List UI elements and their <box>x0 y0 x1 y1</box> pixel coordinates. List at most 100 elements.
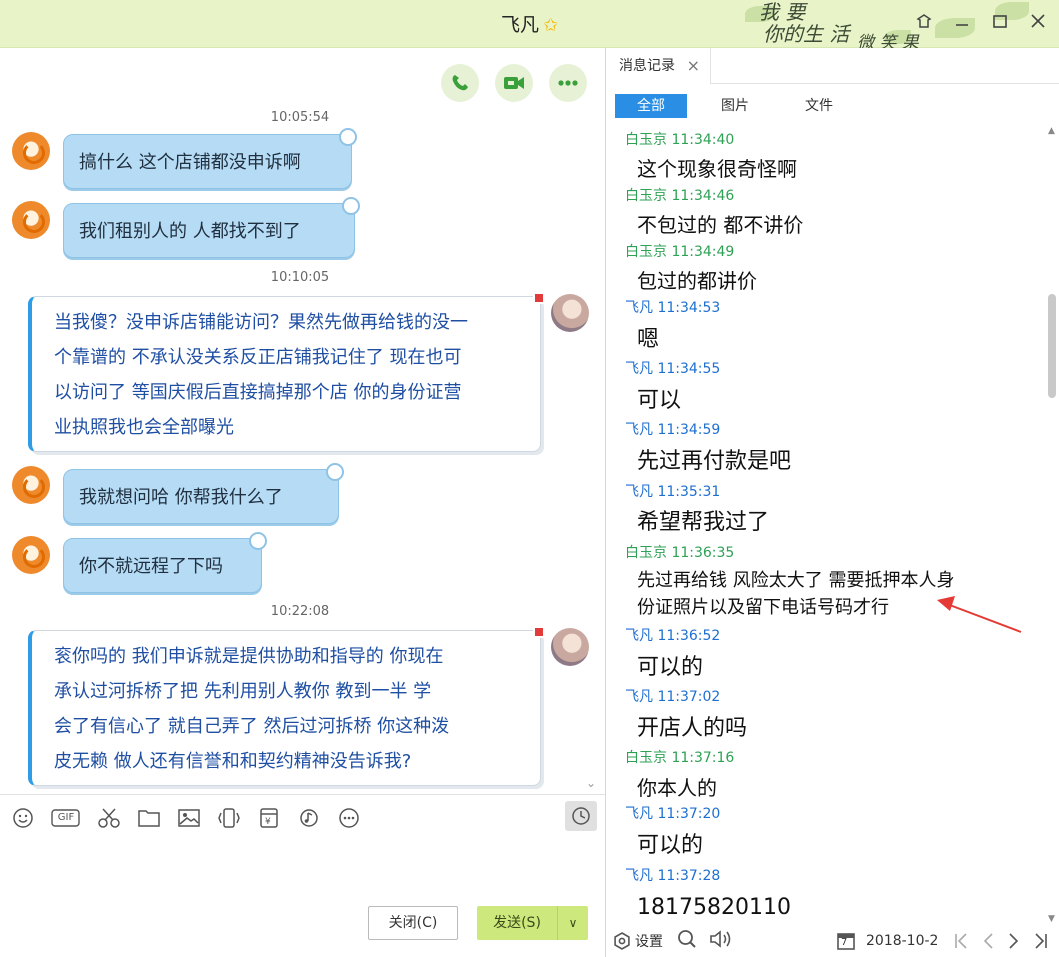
chevron-down-icon[interactable]: ∨ <box>557 906 588 940</box>
speaker-icon[interactable] <box>709 929 735 953</box>
date-text: 2018-10-2 <box>866 932 939 949</box>
svg-text:¥: ¥ <box>265 817 271 827</box>
record-header: 白玉京 11:36:35 <box>625 545 735 561</box>
avatar[interactable] <box>551 628 589 666</box>
record-text: 希望帮我过了 <box>637 510 770 535</box>
scroll-down-arrow-icon[interactable]: ▼ <box>1048 914 1055 924</box>
message-text: 我就想问哈 你帮我什么了 <box>79 487 283 508</box>
screenshot-scissors-icon[interactable] <box>96 805 122 831</box>
prev-page-icon[interactable] <box>981 931 995 951</box>
video-icon <box>504 77 524 89</box>
close-tab-icon[interactable]: × <box>687 48 700 84</box>
first-page-icon[interactable] <box>953 931 969 951</box>
send-label: 发送(S) <box>493 915 541 931</box>
record-header: 飞凡 11:35:31 <box>625 484 721 500</box>
video-call-button[interactable] <box>495 64 533 102</box>
message-line: 会了有信心了 就自己弄了 然后过河拆桥 你这种泼 <box>54 716 450 737</box>
maximize-icon[interactable] <box>991 12 1009 30</box>
input-toolbar: GIF ¥ <box>0 794 605 840</box>
record-header: 飞凡 11:36:52 <box>625 628 721 644</box>
record-text: 可以的 <box>637 655 704 680</box>
call-actions <box>441 64 587 102</box>
message-text: 我们租别人的 人都找不到了 <box>79 221 301 242</box>
history-records: 白玉京 11:34:40 这个现象很奇怪啊 白玉京 11:34:46 不包过的 … <box>607 126 1045 924</box>
message-line: 皮无赖 做人还有信誉和和契约精神没告诉我? <box>54 751 412 772</box>
clock-icon <box>572 807 590 825</box>
filter-files[interactable]: 文件 <box>783 94 855 118</box>
history-filters: 全部 图片 文件 <box>615 94 867 118</box>
record-header: 飞凡 11:34:53 <box>625 300 721 316</box>
record-header: 白玉京 11:37:16 <box>625 750 735 766</box>
outgoing-message: 衮你吗的 我们申诉就是提供协助和指导的 你现在 承认过河拆桥了把 先利用别人教你… <box>28 626 545 786</box>
record-text: 你本人的 <box>637 776 717 800</box>
avatar[interactable] <box>12 132 50 170</box>
red-packet-icon[interactable]: ¥ <box>256 805 282 831</box>
incoming-message: 你不就远程了下吗 <box>63 532 267 593</box>
avatar[interactable] <box>551 294 589 332</box>
record-header: 飞凡 11:37:28 <box>625 868 721 884</box>
voice-call-button[interactable] <box>441 64 479 102</box>
emoji-icon[interactable] <box>10 805 36 831</box>
close-button[interactable]: 关闭(C) <box>368 906 458 940</box>
minimize-icon[interactable] <box>953 12 971 30</box>
filter-all[interactable]: 全部 <box>615 94 687 118</box>
next-page-icon[interactable] <box>1007 931 1021 951</box>
message-line: 以访问了 等国庆假后直接搞掉那个店 你的身份证营 <box>54 382 462 403</box>
settings-button[interactable]: 设置 <box>613 931 663 951</box>
avatar[interactable] <box>12 466 50 504</box>
record-header: 白玉京 11:34:40 <box>625 132 735 148</box>
timestamp: 10:22:08 <box>270 604 330 619</box>
record-text: 可以的 <box>637 833 704 858</box>
history-pane: 消息记录 × 全部 图片 文件 白玉京 11:34:40 这个现象很奇怪啊 白玉… <box>607 48 1059 957</box>
send-button[interactable]: 发送(S) ∨ <box>477 906 588 940</box>
avatar[interactable] <box>12 536 50 574</box>
shake-window-icon[interactable] <box>216 805 242 831</box>
message-line: 承认过河拆桥了把 先利用别人教你 教到一半 学 <box>54 681 432 702</box>
more-button[interactable] <box>549 64 587 102</box>
phone-icon <box>452 75 468 91</box>
flag-icon <box>533 292 545 304</box>
record-header: 飞凡 11:37:02 <box>625 689 721 705</box>
settings-label: 设置 <box>635 933 663 950</box>
scroll-down-icon[interactable]: ⌄ <box>586 776 596 790</box>
history-scrollbar[interactable]: ▲ ▼ <box>1045 126 1059 924</box>
record-text: 包过的都讲价 <box>637 269 757 293</box>
last-page-icon[interactable] <box>1033 931 1049 951</box>
gif-icon[interactable]: GIF <box>50 805 82 831</box>
window-controls <box>915 12 1047 30</box>
record-text: 开店人的吗 <box>637 716 748 741</box>
scroll-up-icon[interactable]: ▲ <box>1048 126 1055 136</box>
more-dots-icon <box>558 80 578 86</box>
message-history-button[interactable] <box>565 801 597 831</box>
favorite-star-icon[interactable]: ✩ <box>543 15 558 36</box>
search-icon[interactable] <box>677 929 697 953</box>
flag-icon <box>533 626 545 638</box>
record-header: 飞凡 11:37:20 <box>625 806 721 822</box>
date-picker[interactable]: 7 2018-10-2 <box>836 931 938 951</box>
message-list: 10:05:54 搞什么 这个店铺都没申诉啊 我们租别人的 人都找不到了 10:… <box>0 106 606 842</box>
chat-pane: 10:05:54 搞什么 这个店铺都没申诉啊 我们租别人的 人都找不到了 10:… <box>0 48 606 957</box>
record-header: 飞凡 11:34:55 <box>625 361 721 377</box>
music-icon[interactable] <box>296 805 322 831</box>
more-tools-icon[interactable] <box>336 805 362 831</box>
history-pager <box>953 931 1049 951</box>
filter-images[interactable]: 图片 <box>699 94 771 118</box>
gif-label: GIF <box>57 812 75 823</box>
avatar[interactable] <box>12 201 50 239</box>
close-icon[interactable] <box>1029 12 1047 30</box>
record-text: 18175820110 <box>637 895 791 920</box>
image-icon[interactable] <box>176 805 202 831</box>
incoming-message: 搞什么 这个店铺都没申诉啊 <box>63 128 357 189</box>
gear-icon <box>614 931 630 950</box>
tab-message-history[interactable]: 消息记录 × <box>607 48 711 84</box>
record-header: 飞凡 11:34:59 <box>625 422 721 438</box>
tab-label: 消息记录 <box>619 58 675 74</box>
folder-icon[interactable] <box>136 805 162 831</box>
incoming-message: 我就想问哈 你帮我什么了 <box>63 463 344 524</box>
record-text: 不包过的 都不讲价 <box>637 213 804 237</box>
skin-icon[interactable] <box>915 12 933 30</box>
record-text: 这个现象很奇怪啊 <box>637 157 797 181</box>
scrollbar-thumb[interactable] <box>1048 294 1056 398</box>
timestamp: 10:10:05 <box>270 270 330 285</box>
history-bottom-bar: 设置 7 2018-10-2 <box>607 924 1059 957</box>
